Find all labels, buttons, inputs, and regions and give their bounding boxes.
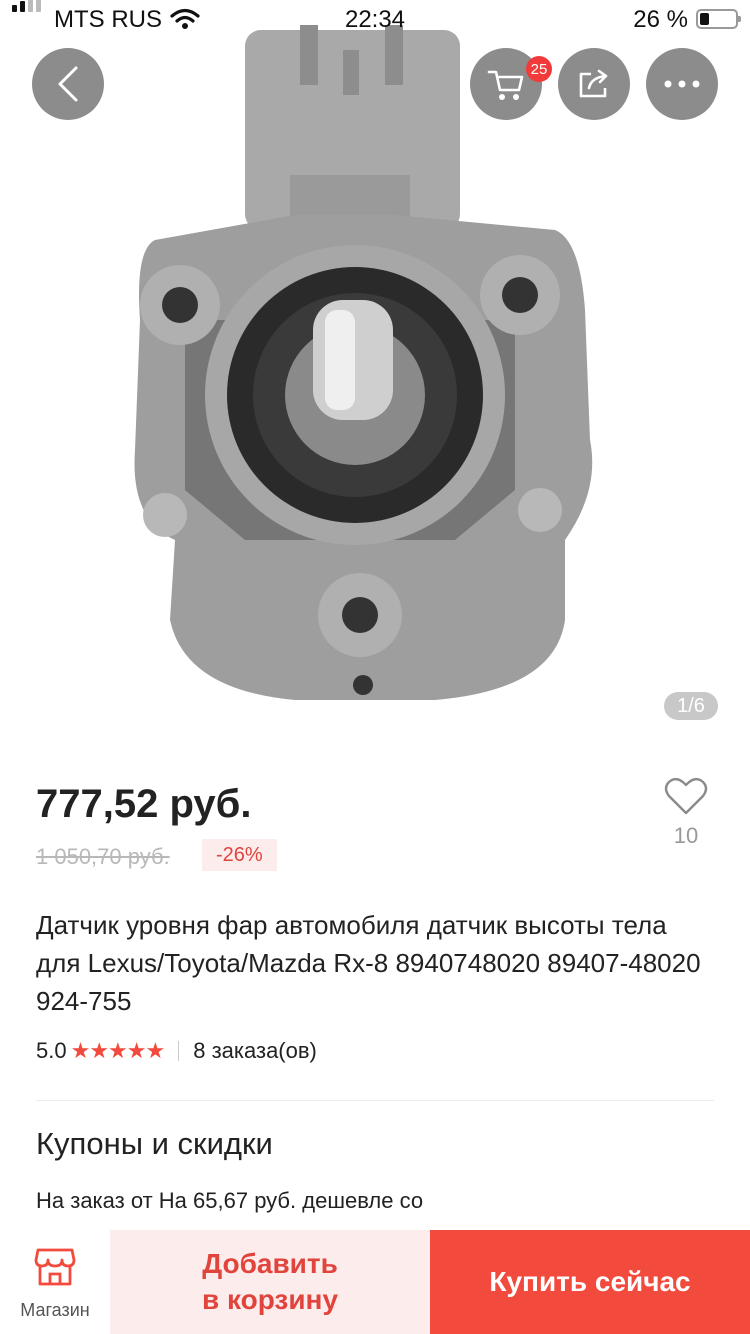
share-button[interactable] [558,48,630,120]
heart-icon [664,777,708,815]
more-button[interactable] [646,48,718,120]
gallery-pager: 1/6 [664,692,718,720]
add-to-cart-button[interactable]: Добавить в корзину [110,1230,430,1334]
store-button[interactable]: Магазин [0,1230,110,1334]
cart-button[interactable]: 25 [470,48,552,120]
discount-badge: -26% [202,839,277,871]
status-bar: MTS RUS 22:34 26 % [0,0,750,40]
cart-badge: 25 [526,56,552,82]
bottom-action-bar: Магазин Добавить в корзину Купить сейчас [0,1230,750,1334]
back-button[interactable] [32,48,104,120]
coupon-text[interactable]: На заказ от На 65,67 руб. дешевле со [36,1188,423,1214]
product-price: 777,52 руб. [36,782,252,826]
share-icon [579,69,608,98]
add-to-cart-label: Добавить в корзину [201,1248,339,1315]
wishlist-count: 10 [673,823,699,848]
cart-icon [487,70,524,100]
old-price: 1 050,70 руб. [36,844,170,869]
store-label: Магазин [20,1300,90,1320]
product-image [134,25,593,700]
battery-icon [696,9,741,29]
store-icon [34,1248,76,1286]
product-title: Датчик уровня фар автомобиля датчик высо… [36,910,701,1016]
coupons-heading: Купоны и скидки [36,1126,273,1161]
more-icon [664,80,700,88]
product-gallery[interactable]: 25 1/6 [0,0,750,745]
rating-value: 5.0 [36,1038,67,1063]
rating-separator [178,1041,180,1061]
buy-now-label: Купить сейчас [489,1266,691,1297]
rating-stars: ★★★★★ [70,1038,166,1063]
chevron-left-icon [58,66,78,102]
rating-row[interactable]: 5.0 ★★★★★ 8 заказа(ов) [36,1038,317,1064]
battery-percent: 26 % [633,6,688,33]
orders-count: 8 заказа(ов) [193,1038,317,1063]
wishlist-button[interactable]: 10 [660,776,712,849]
buy-now-button[interactable]: Купить сейчас [430,1230,750,1334]
section-divider [36,1100,714,1101]
